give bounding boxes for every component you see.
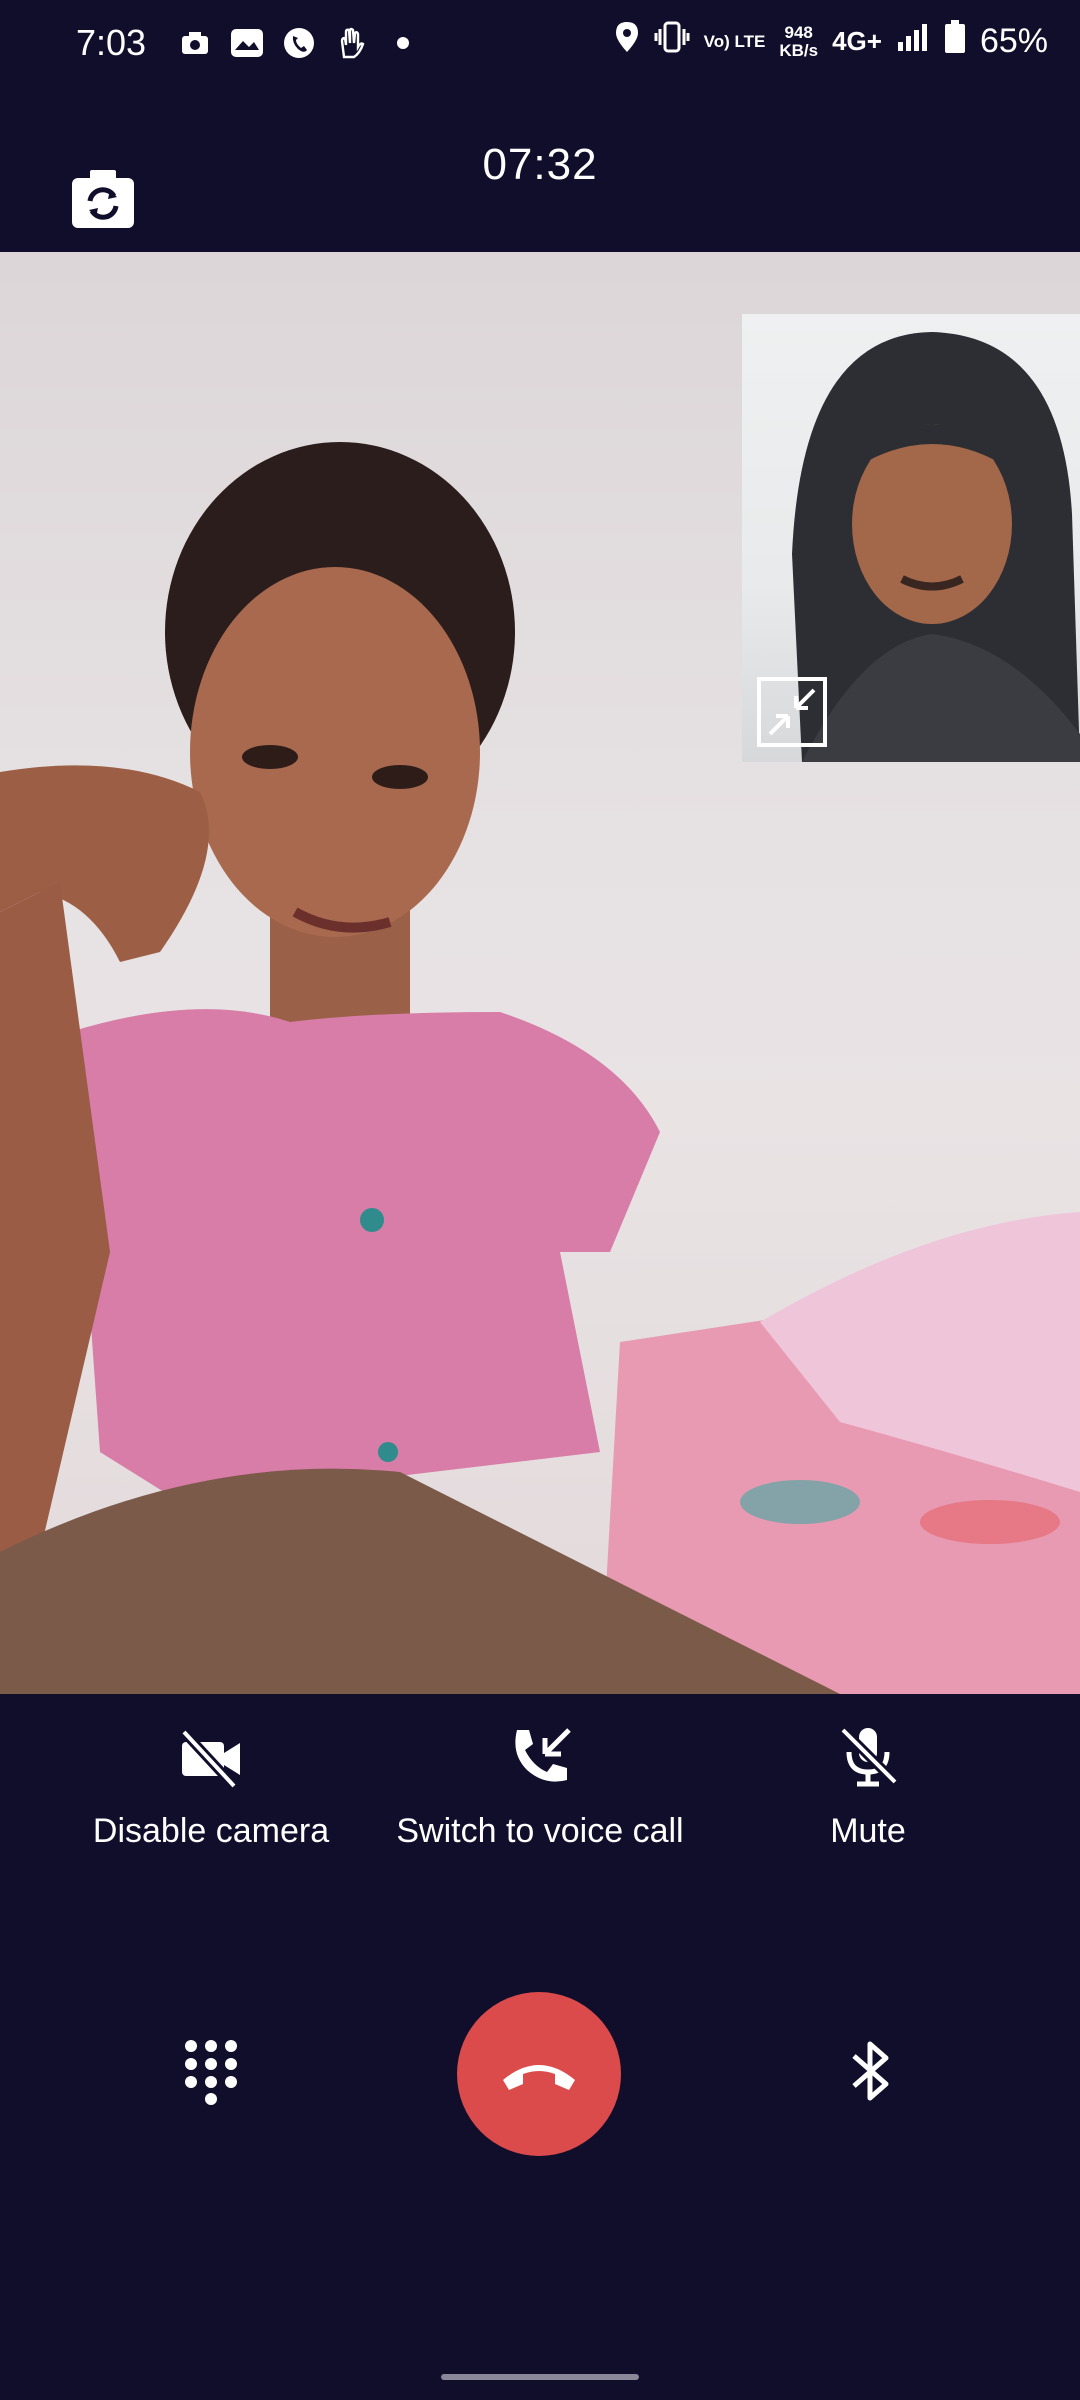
self-view[interactable] (742, 314, 1080, 762)
collapse-icon (757, 677, 827, 747)
dialpad-button[interactable] (176, 2036, 246, 2106)
status-right: Vo) LTE 948 KB/s 4G+ 65% (614, 20, 1048, 63)
disable-camera-button[interactable]: Disable camera (46, 1722, 376, 1852)
location-icon (614, 21, 640, 62)
vibrate-icon (654, 21, 690, 62)
battery-icon (944, 20, 966, 63)
mute-button[interactable]: Mute (703, 1722, 1033, 1852)
collapse-button[interactable] (756, 676, 828, 748)
call-timer: 07:32 (482, 140, 598, 189)
status-time: 7:03 (76, 22, 147, 63)
remote-video-feed[interactable] (0, 252, 1080, 1694)
mic-off-icon (839, 1726, 899, 1787)
phone-incoming-icon (515, 1728, 571, 1782)
dot-icon (386, 26, 420, 60)
gallery-notification-icon (230, 26, 264, 60)
hang-up-icon (503, 2065, 575, 2090)
switch-to-voice-button[interactable]: Switch to voice call (375, 1722, 705, 1852)
gesture-icon (334, 26, 368, 60)
status-bar: 7:03 Vo) LTE 948 KB/s 4G+ 65% (0, 0, 1080, 90)
disable-camera-label: Disable camera (92, 1812, 330, 1850)
camera-app-icon (178, 26, 212, 60)
dialpad-icon (185, 2040, 237, 2105)
camera-off-icon (180, 1728, 240, 1790)
mute-label: Mute (830, 1812, 906, 1850)
notification-icons (178, 26, 420, 60)
end-call-button[interactable] (457, 1992, 621, 2156)
bluetooth-icon (852, 2041, 889, 2101)
phone-notification-icon (282, 26, 316, 60)
gesture-nav-bar[interactable] (441, 2374, 639, 2380)
network-type: 4G+ (832, 26, 882, 56)
signal-icon (896, 22, 930, 61)
net-speed-value: 948 (784, 22, 813, 42)
battery-percent: 65% (979, 22, 1048, 60)
volte-label: Vo) LTE (703, 31, 766, 51)
bluetooth-button[interactable] (836, 2036, 906, 2106)
switch-to-voice-label: Switch to voice call (396, 1812, 684, 1850)
net-speed-unit: KB/s (779, 40, 819, 60)
net-speed: 948 KB/s (779, 22, 819, 60)
